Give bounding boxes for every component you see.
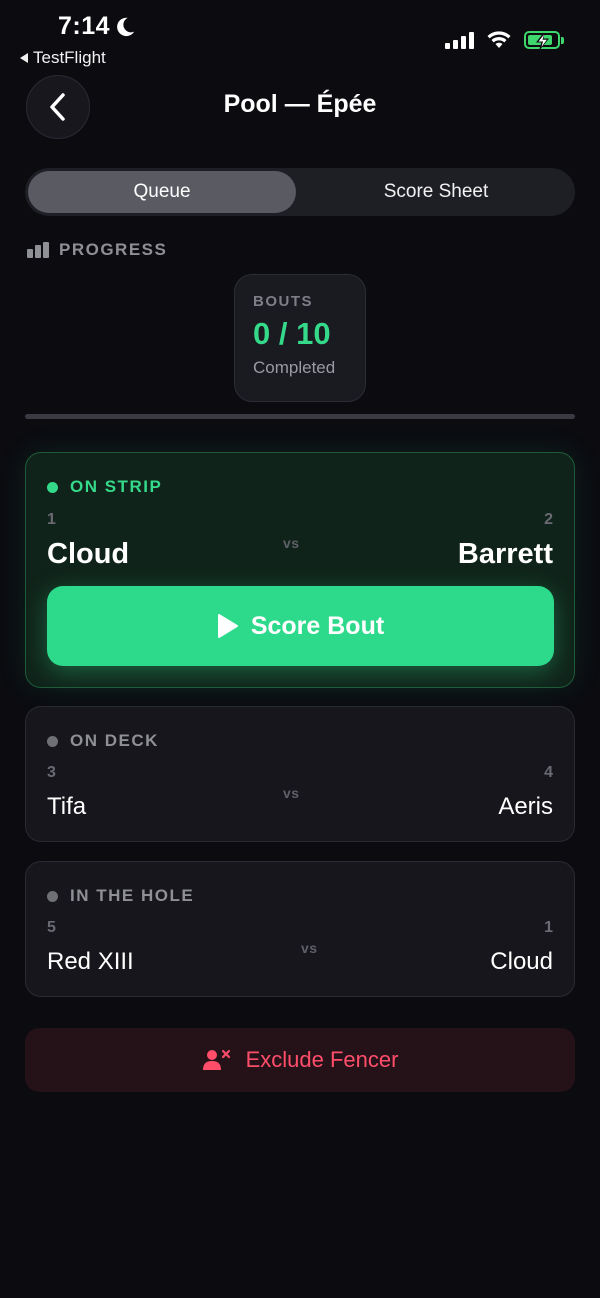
moon-icon: [117, 17, 135, 37]
status-dot-icon: [47, 890, 58, 902]
vs-label: vs: [301, 940, 318, 956]
progress-header: PROGRESS: [27, 240, 167, 260]
wifi-icon: [487, 31, 511, 48]
page-title: Pool — Épée: [223, 90, 377, 118]
remove-user-icon: [202, 1049, 230, 1070]
in-the-hole-card: IN THE HOLE 5 1 Red XIII vs Cloud: [25, 861, 575, 997]
play-icon: [217, 614, 238, 638]
left-fencer-name: Cloud: [47, 538, 130, 570]
right-fencer-name: Aeris: [498, 793, 553, 820]
right-fencer-name: Cloud: [490, 948, 553, 975]
left-seed: 1: [47, 511, 56, 528]
on-strip-label: ON STRIP: [70, 477, 163, 496]
left-fencer-name: Red XIII: [47, 948, 134, 975]
progress-header-label: PROGRESS: [59, 240, 168, 259]
cellular-signal-icon: [445, 31, 474, 49]
in-the-hole-label: IN THE HOLE: [70, 886, 195, 905]
progress-bar: [25, 414, 575, 419]
left-fencer-name: Tifa: [47, 793, 87, 820]
back-to-app-link[interactable]: TestFlight: [20, 48, 106, 68]
exclude-fencer-button[interactable]: Exclude Fencer: [25, 1028, 575, 1092]
status-time: 7:14: [58, 12, 111, 40]
left-seed: 5: [47, 919, 56, 936]
status-dot-icon: [47, 735, 58, 747]
bouts-value: 0 / 10: [253, 316, 331, 351]
exclude-fencer-label: Exclude Fencer: [245, 1047, 399, 1072]
bouts-label: BOUTS: [253, 293, 313, 310]
right-fencer-name: Barrett: [457, 538, 553, 570]
bouts-sub-label: Completed: [253, 358, 336, 377]
bar-chart-icon: [27, 242, 49, 258]
status-icons: [445, 30, 564, 50]
right-seed: 1: [544, 919, 553, 936]
back-triangle-icon: [20, 53, 28, 63]
in-the-hole-header: IN THE HOLE: [47, 886, 194, 906]
on-strip-header: ON STRIP: [47, 477, 162, 497]
right-seed: 4: [544, 764, 553, 781]
on-deck-header: ON DECK: [47, 731, 159, 751]
on-deck-card: ON DECK 3 4 Tifa vs Aeris: [25, 706, 575, 842]
vs-label: vs: [283, 535, 300, 551]
tab-queue[interactable]: Queue: [28, 171, 296, 213]
score-bout-button[interactable]: Score Bout: [47, 586, 554, 666]
vs-label: vs: [283, 785, 300, 801]
right-seed: 2: [544, 511, 553, 528]
score-bout-label: Score Bout: [250, 611, 385, 640]
bouts-stat-card: BOUTS 0 / 10 Completed: [234, 274, 366, 402]
tab-score-sheet[interactable]: Score Sheet: [300, 171, 572, 213]
battery-charging-icon: [524, 31, 564, 50]
back-app-label: TestFlight: [33, 48, 106, 67]
on-strip-card: ON STRIP 1 2 Cloud vs Barrett Score Bout: [25, 452, 575, 688]
view-segmented-control: Queue Score Sheet: [25, 168, 575, 216]
on-deck-label: ON DECK: [70, 731, 159, 750]
left-seed: 3: [47, 764, 56, 781]
status-dot-icon: [47, 481, 58, 493]
